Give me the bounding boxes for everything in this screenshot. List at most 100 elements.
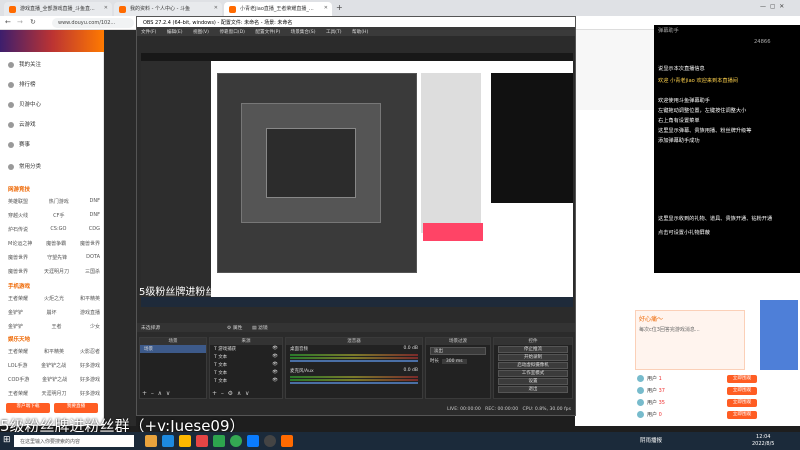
category-link[interactable]: 魔兽世界: [80, 240, 100, 247]
visibility-icon[interactable]: 👁: [272, 346, 278, 351]
category-link[interactable]: CDG: [89, 226, 100, 233]
category-link[interactable]: 王者: [51, 323, 61, 330]
category-link[interactable]: 三国杀: [85, 268, 100, 275]
file-explorer-icon[interactable]: [145, 435, 157, 447]
properties-button[interactable]: ⚙ 属性: [227, 324, 242, 331]
category-link[interactable]: 热门游戏: [49, 198, 69, 205]
app-icon[interactable]: [213, 435, 225, 447]
transition-select[interactable]: 淡出: [430, 347, 486, 355]
obs-preview[interactable]: [141, 53, 573, 307]
edge-icon[interactable]: [162, 435, 174, 447]
windows-start-icon[interactable]: ⊞: [3, 435, 11, 445]
category-link[interactable]: LOL手游: [8, 362, 27, 369]
douyu-logo-banner[interactable]: [0, 30, 104, 52]
category-link[interactable]: 和平精英: [80, 295, 100, 302]
category-link[interactable]: 天涯明月刀: [41, 390, 66, 397]
weather-label[interactable]: 阴雨播报: [640, 436, 662, 444]
tab-close-icon[interactable]: ✕: [324, 5, 328, 11]
category-link[interactable]: 魔兽世界: [8, 254, 28, 261]
category-link[interactable]: 火影忍者: [80, 348, 100, 355]
control-button[interactable]: 退出: [498, 386, 568, 393]
new-tab-button[interactable]: +: [336, 3, 343, 12]
url-field[interactable]: www.douyu.com/102...: [52, 18, 134, 28]
volume-slider[interactable]: [290, 382, 418, 384]
category-link[interactable]: 英雄联盟: [8, 198, 28, 205]
watch-button[interactable]: 立即围观: [727, 411, 757, 419]
source-item[interactable]: T 文本 👁: [210, 377, 282, 385]
duration-field[interactable]: 300 ms: [441, 359, 467, 364]
taskbar-clock[interactable]: 12:04 2022/8/5: [752, 434, 774, 448]
reload-icon[interactable]: ↻: [30, 18, 36, 26]
filters-button[interactable]: ▤ 滤镜: [252, 324, 268, 331]
source-item[interactable]: T 文本 👁: [210, 369, 282, 377]
tab-close-icon[interactable]: ✕: [104, 5, 108, 11]
menu-scene-collection[interactable]: 场景集合(S): [291, 30, 316, 35]
menu-tools[interactable]: 工具(T): [326, 30, 342, 35]
watch-button[interactable]: 立即围观: [727, 387, 757, 395]
category-link[interactable]: 好多游戏: [80, 362, 100, 369]
back-icon[interactable]: ←: [5, 18, 11, 26]
category-link[interactable]: 金铲铲: [8, 323, 23, 330]
source-add-controls[interactable]: + – ⚙ ∧ ∨: [212, 390, 249, 397]
visibility-icon[interactable]: 👁: [272, 370, 278, 375]
category-link[interactable]: 王者荣耀: [8, 295, 28, 302]
control-button[interactable]: 启动虚拟摄像机: [498, 362, 568, 369]
category-link[interactable]: 崩坏: [46, 309, 56, 316]
watch-button[interactable]: 立即围观: [727, 399, 757, 407]
menu-help[interactable]: 帮助(H): [352, 30, 368, 35]
side-ad[interactable]: [760, 300, 798, 370]
menu-profile[interactable]: 配置文件(P): [255, 30, 280, 35]
category-link[interactable]: DOTA: [86, 254, 100, 261]
sidebar-item-events[interactable]: 赛事: [8, 140, 30, 148]
browser-tab-active[interactable]: 小青老jiao直播_王者荣耀直播_... ✕: [224, 2, 332, 16]
browser-tab[interactable]: 我的资料 - 个人中心 - 斗鱼 ✕: [114, 2, 222, 16]
watch-button[interactable]: 立即围观: [727, 375, 757, 383]
sidebar-item-follow[interactable]: 我的关注: [8, 60, 41, 68]
browser-tab[interactable]: 游戏直播_全部游戏直播_斗鱼直... ✕: [4, 2, 112, 16]
menu-edit[interactable]: 编辑(E): [167, 30, 183, 35]
danmu-assistant-window[interactable]: 弹幕助手 24866 说显示本次直播信息 欢迎 小青老jiao 欢迎来到本直播间…: [654, 25, 800, 273]
category-link[interactable]: DNF: [90, 198, 100, 205]
menu-docks[interactable]: 停靠窗口(D): [219, 30, 245, 35]
source-item[interactable]: T 游戏捕获 👁: [210, 345, 282, 353]
obs-icon[interactable]: [264, 435, 276, 447]
app-icon[interactable]: [247, 435, 259, 447]
menu-view[interactable]: 视图(V): [193, 30, 209, 35]
sidebar-item-center[interactable]: 贝游中心: [8, 100, 41, 108]
category-link[interactable]: 少女: [90, 323, 100, 330]
category-link[interactable]: 天涯明月刀: [44, 268, 69, 275]
category-link[interactable]: 魔兽世界: [8, 268, 28, 275]
category-link[interactable]: 金铲铲之战: [41, 362, 66, 369]
visibility-icon[interactable]: 👁: [272, 354, 278, 359]
source-item[interactable]: T 文本 👁: [210, 353, 282, 361]
folder-icon[interactable]: [179, 435, 191, 447]
taskbar-search[interactable]: 在这里输入你要搜索的内容: [14, 435, 134, 447]
source-item[interactable]: T 文本 👁: [210, 361, 282, 369]
category-link[interactable]: DNF: [90, 212, 100, 219]
window-controls[interactable]: — ▢ ✕: [760, 3, 784, 10]
tab-close-icon[interactable]: ✕: [214, 5, 218, 11]
category-link[interactable]: 魔兽争霸: [46, 240, 66, 247]
app-icon[interactable]: [196, 435, 208, 447]
client-download-button[interactable]: 客户端下载: [6, 403, 50, 413]
douyu-icon[interactable]: [281, 435, 293, 447]
category-link[interactable]: 火炬之光: [44, 295, 64, 302]
category-link[interactable]: 游戏直播: [80, 309, 100, 316]
control-button[interactable]: 停止推流: [498, 346, 568, 353]
category-link[interactable]: COD手游: [8, 376, 29, 383]
category-link[interactable]: 王者荣耀: [8, 390, 28, 397]
go-live-button[interactable]: 我要直播: [54, 403, 98, 413]
category-link[interactable]: 王者荣耀: [8, 348, 28, 355]
category-link[interactable]: CS:GO: [50, 226, 66, 233]
volume-slider[interactable]: [290, 360, 418, 362]
category-link[interactable]: 穿越火线: [8, 212, 28, 219]
category-link[interactable]: 炉石传说: [8, 226, 28, 233]
category-link[interactable]: 好多游戏: [80, 376, 100, 383]
control-button[interactable]: 开始录制: [498, 354, 568, 361]
category-link[interactable]: 好多游戏: [80, 390, 100, 397]
control-button[interactable]: 工作室模式: [498, 370, 568, 377]
scene-item[interactable]: 场景: [140, 345, 206, 353]
visibility-icon[interactable]: 👁: [272, 362, 278, 367]
category-link[interactable]: 金铲铲之战: [42, 376, 67, 383]
chrome-icon[interactable]: [230, 435, 242, 447]
